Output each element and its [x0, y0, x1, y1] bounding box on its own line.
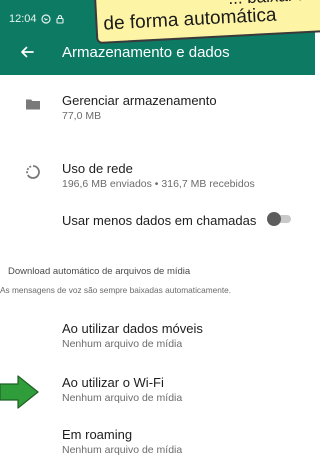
- whatsapp-status-icon: [40, 14, 51, 24]
- roaming-title: Em roaming: [62, 427, 133, 442]
- green-pointer-arrow-icon: [0, 375, 39, 409]
- mobile-data-title: Ao utilizar dados móveis: [62, 321, 203, 336]
- wifi-title: Ao utilizar o Wi-Fi: [62, 375, 164, 390]
- mobile-data-subtitle: Nenhum arquivo de mídia: [62, 338, 183, 350]
- manage-storage-size: 77,0 MB: [62, 110, 102, 122]
- network-usage-item[interactable]: Uso de rede 196,6 MB enviados • 316,7 MB…: [0, 158, 315, 194]
- roaming-subtitle: Nenhum arquivo de mídia: [62, 444, 183, 456]
- back-arrow-icon[interactable]: [19, 44, 35, 60]
- network-usage-title: Uso de rede: [62, 161, 133, 176]
- roaming-item[interactable]: Em roaming Nenhum arquivo de mídia: [0, 422, 315, 457]
- status-time: 12:04: [9, 13, 37, 25]
- less-data-calls-toggle[interactable]: [267, 212, 293, 226]
- lock-icon: [55, 15, 64, 24]
- mobile-data-item[interactable]: Ao utilizar dados móveis Nenhum arquivo …: [0, 316, 315, 354]
- auto-download-section-title: Download automático de arquivos de mídia: [8, 266, 191, 277]
- wifi-subtitle: Nenhum arquivo de mídia: [62, 392, 183, 404]
- network-usage-detail: 196,6 MB enviados • 316,7 MB recebidos: [62, 178, 255, 190]
- manage-storage-item[interactable]: Gerenciar armazenamento 77,0 MB: [0, 88, 315, 134]
- status-bar: 12:04: [9, 13, 65, 25]
- data-usage-icon: [26, 165, 40, 179]
- manage-storage-title: Gerenciar armazenamento: [62, 93, 217, 108]
- auto-download-voice-note: As mensagens de voz são sempre baixadas …: [0, 285, 232, 295]
- wifi-item[interactable]: Ao utilizar o Wi-Fi Nenhum arquivo de mí…: [0, 370, 315, 408]
- less-data-calls-label: Usar menos dados em chamadas: [62, 213, 257, 228]
- folder-icon: [26, 99, 40, 110]
- page-title: Armazenamento e dados: [62, 44, 230, 61]
- toggle-knob: [267, 212, 281, 226]
